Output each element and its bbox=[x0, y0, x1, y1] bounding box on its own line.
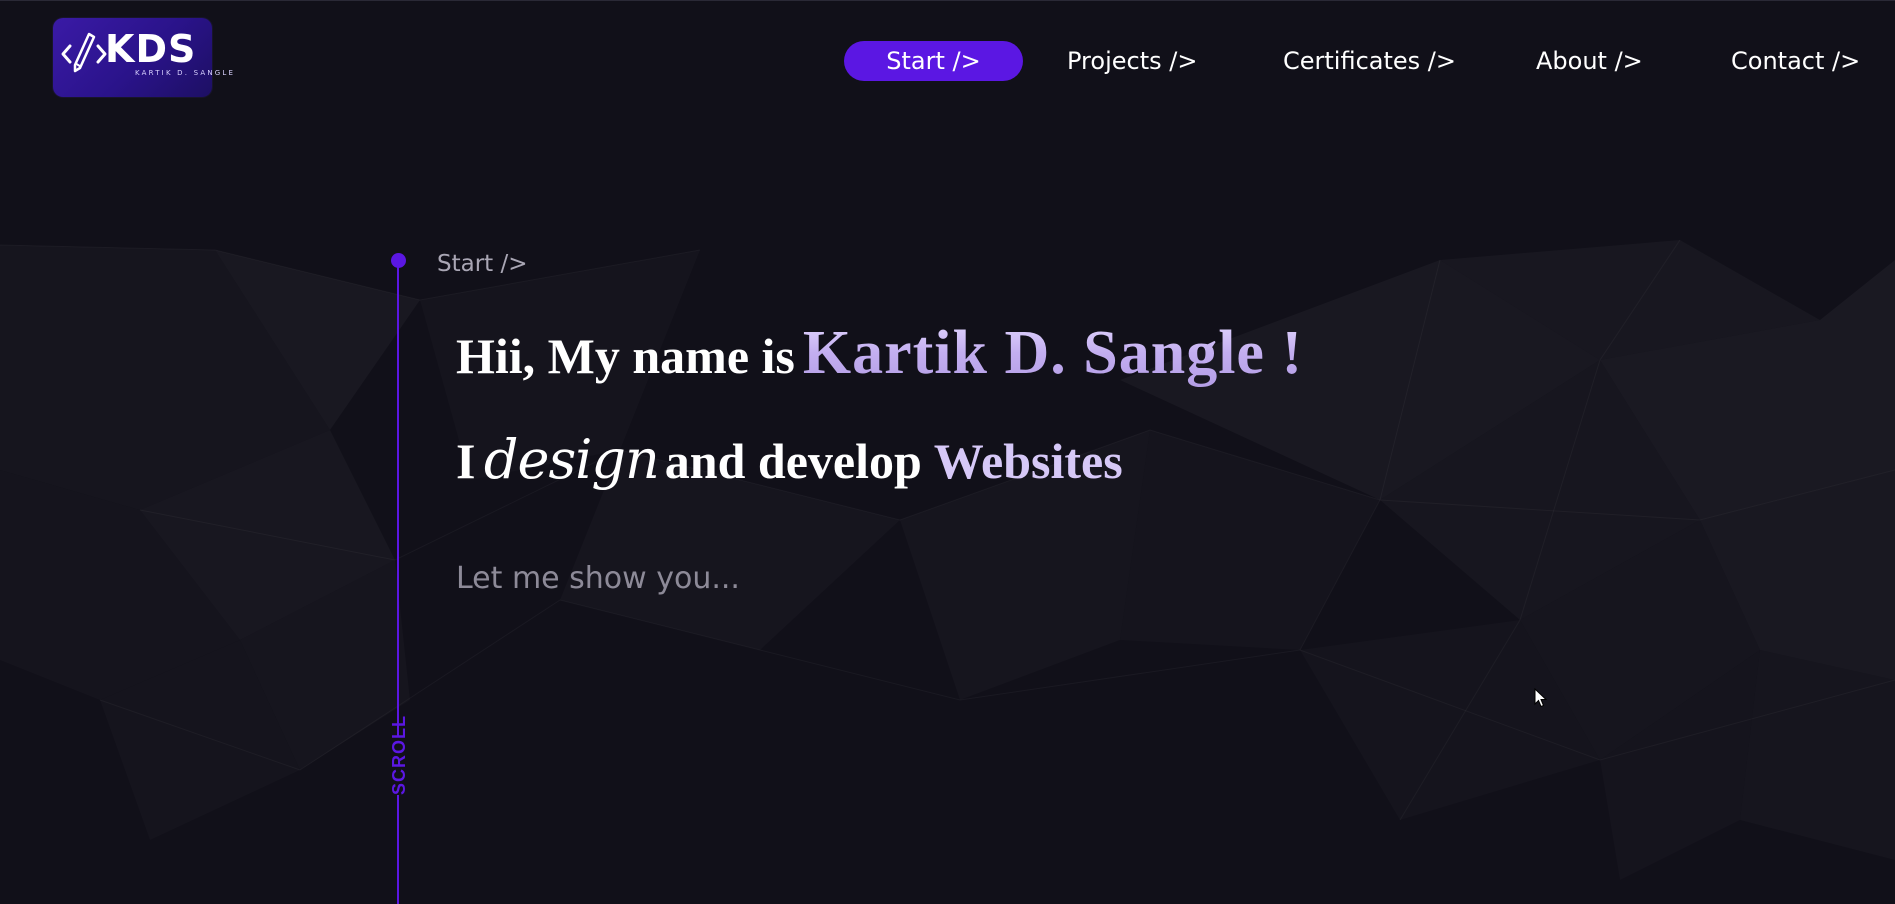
nav-certificates[interactable]: Certificates /> bbox=[1283, 41, 1456, 81]
mouse-cursor-icon bbox=[1534, 688, 1548, 708]
hero-name: Kartik D. Sangle ! bbox=[802, 319, 1304, 387]
timeline-line bbox=[397, 260, 399, 904]
section-label: Start /> bbox=[437, 251, 528, 277]
nav-about[interactable]: About /> bbox=[1536, 41, 1643, 81]
main-nav: Start /> Projects /> Certificates /> Abo… bbox=[0, 41, 1895, 81]
hero-subheading: I design and develop Websites bbox=[456, 428, 1123, 491]
hero-tagline: Let me show you... bbox=[456, 561, 740, 596]
scroll-indicator[interactable]: SCROLL bbox=[389, 715, 409, 795]
hero-rotating-word: Websites bbox=[933, 433, 1123, 489]
hero-intro: Hii, My name is bbox=[456, 328, 795, 384]
hero-line2-middle: and develop bbox=[664, 433, 922, 489]
nav-projects[interactable]: Projects /> bbox=[1067, 41, 1197, 81]
nav-start[interactable]: Start /> bbox=[844, 41, 1023, 81]
nav-contact[interactable]: Contact /> bbox=[1731, 41, 1860, 81]
hero-line2-prefix: I bbox=[456, 433, 476, 489]
hero-heading: Hii, My name is Kartik D. Sangle ! bbox=[456, 318, 1303, 389]
timeline-dot bbox=[391, 253, 406, 268]
top-border bbox=[0, 0, 1895, 1]
hero-design-word: design bbox=[483, 428, 660, 491]
